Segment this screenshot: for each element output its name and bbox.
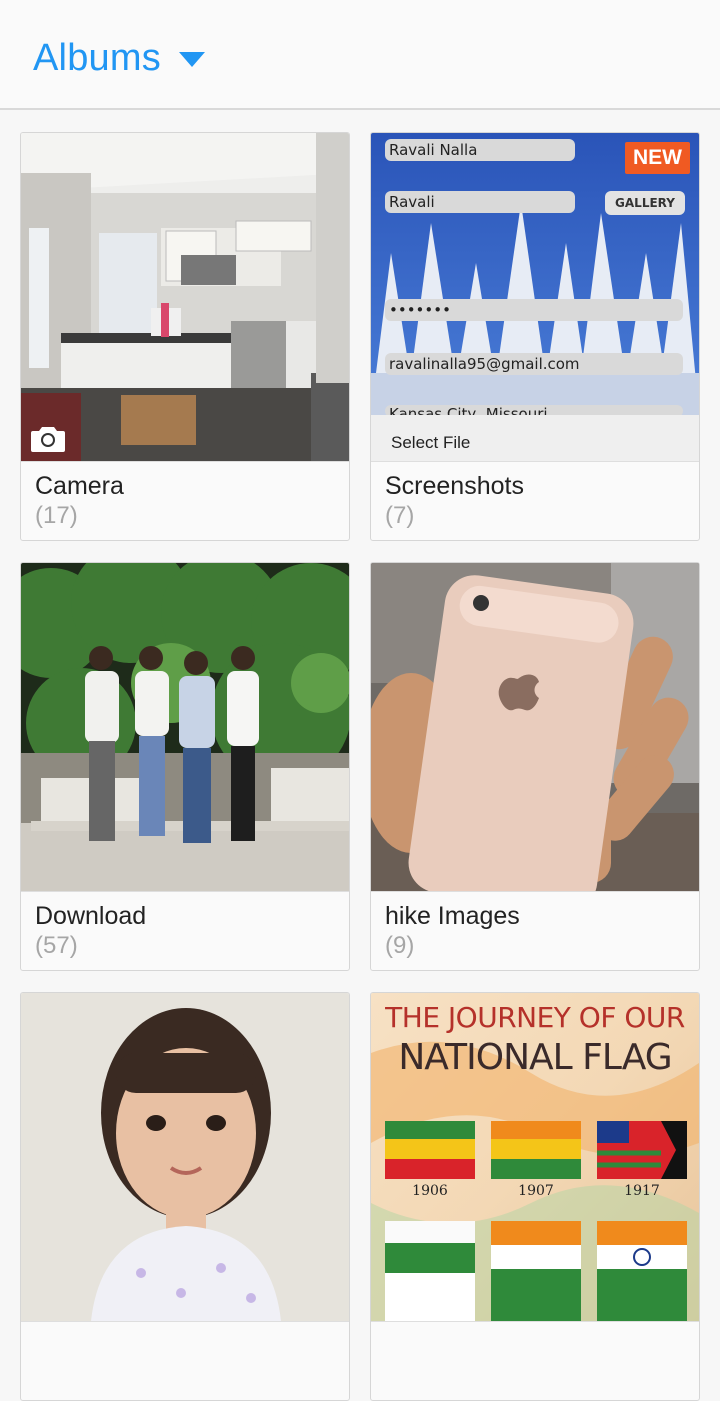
poster-year: 1917 [624, 1183, 660, 1199]
gallery-button-preview: GALLERY [605, 191, 685, 215]
album-count: (7) [385, 502, 415, 529]
album-count: (17) [35, 502, 78, 529]
album-name: hike Images [385, 902, 520, 930]
password-field-preview: ••••••• [385, 299, 683, 321]
new-badge: NEW [625, 142, 690, 174]
page-title: Albums [33, 37, 161, 79]
album-name: Camera [35, 472, 124, 500]
poster-title-line1: THE JOURNEY OF OUR [385, 1001, 685, 1034]
poster-title-line2: NATIONAL FLAG [398, 1037, 672, 1078]
albums-dropdown[interactable]: Albums [33, 36, 205, 80]
email-field-preview: ravalinalla95@gmail.com [385, 353, 683, 375]
username-field-preview: Ravali [385, 191, 575, 213]
album-card-hike-images[interactable]: hike Images (9) [370, 562, 700, 971]
app-header: Albums [0, 0, 720, 110]
poster-year: 1906 [412, 1183, 448, 1199]
name-field-preview: Ravali Nalla [385, 139, 575, 161]
album-thumbnail: THE JOURNEY OF OUR NATIONAL FLAG 1906 19… [371, 993, 699, 1322]
album-card-download[interactable]: Download (57) [20, 562, 350, 971]
camera-icon [31, 427, 65, 452]
album-card-6[interactable]: THE JOURNEY OF OUR NATIONAL FLAG 1906 19… [370, 992, 700, 1401]
album-count: (9) [385, 932, 415, 959]
album-card-screenshots[interactable]: Ravali Nalla Ravali GALLERY ••••••• rava… [370, 132, 700, 541]
album-card-5[interactable] [20, 992, 350, 1401]
album-name: Download [35, 902, 147, 930]
album-thumbnail: Ravali Nalla Ravali GALLERY ••••••• rava… [371, 133, 699, 462]
select-file-preview: Select File [371, 415, 699, 461]
album-thumbnail [21, 993, 349, 1322]
album-name: Screenshots [385, 472, 524, 500]
album-card-camera[interactable]: Camera (17) [20, 132, 350, 541]
poster-year: 1907 [518, 1183, 554, 1199]
album-thumbnail [21, 563, 349, 892]
album-count: (57) [35, 932, 78, 959]
album-thumbnail [371, 563, 699, 892]
caret-down-icon [178, 52, 205, 67]
album-thumbnail [21, 133, 349, 462]
